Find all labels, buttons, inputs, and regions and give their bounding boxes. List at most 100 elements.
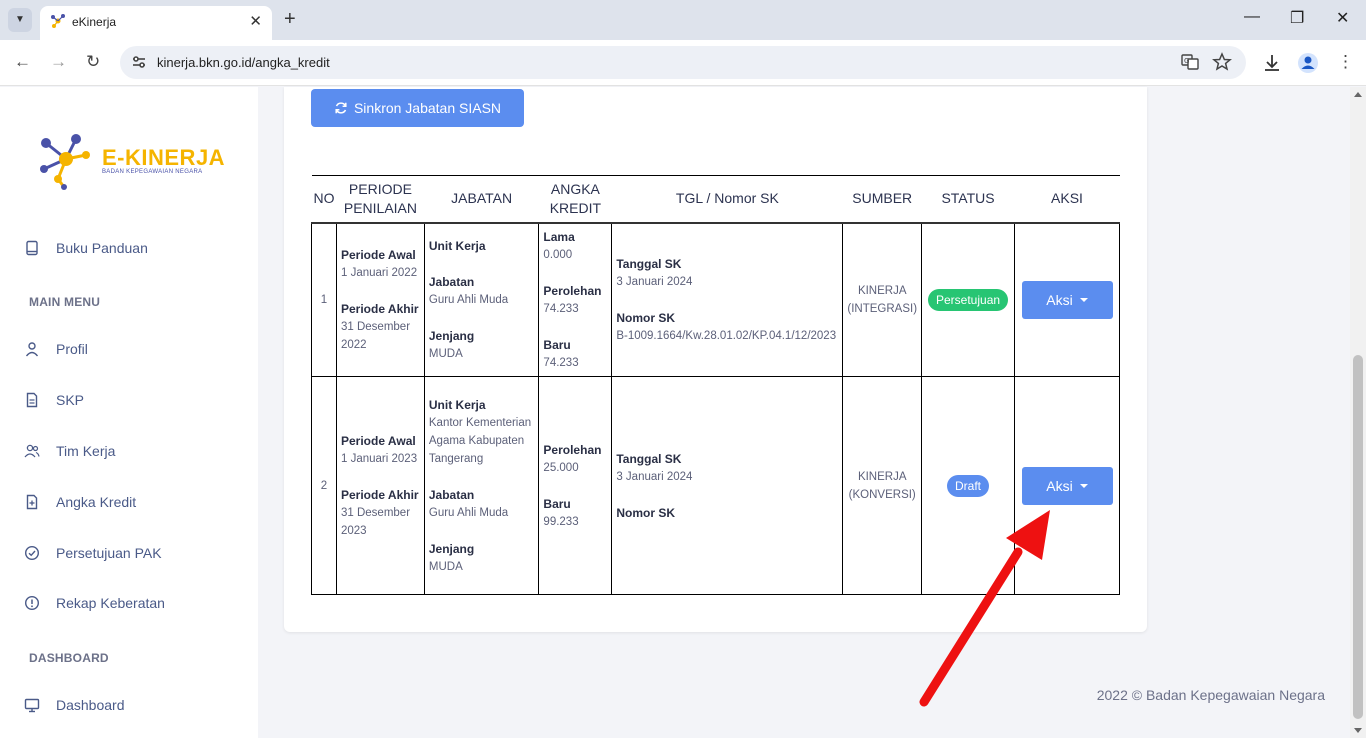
- sidebar-item-dashboard[interactable]: Dashboard: [24, 694, 125, 716]
- angka-kredit-cell: Lama 0.000 Perolehan 74.233 Baru 74.233: [538, 222, 613, 377]
- browser-tab[interactable]: eKinerja ✕: [40, 6, 272, 40]
- baru-label: Baru: [543, 337, 571, 352]
- status-badge: Draft: [947, 474, 990, 497]
- reload-icon[interactable]: ↻: [86, 52, 100, 72]
- jenjang-label: Jenjang: [428, 541, 475, 556]
- browser-toolbar: ← → ↻ kinerja.bkn.go.id/angka_kredit G ⋮: [0, 40, 1366, 86]
- baru-label: Baru: [543, 496, 571, 511]
- more-menu-icon[interactable]: ⋮: [1337, 52, 1354, 72]
- periode-awal-value: 1 Januari 2022: [341, 266, 418, 279]
- ekinerja-favicon-icon: [51, 14, 65, 28]
- perolehan-value: 74.233: [543, 302, 579, 315]
- scroll-up-icon[interactable]: [1354, 92, 1362, 97]
- close-window-icon[interactable]: ✕: [1336, 8, 1349, 28]
- download-icon[interactable]: [1261, 52, 1283, 74]
- forward-icon[interactable]: →: [50, 52, 67, 72]
- jenjang-label: Jenjang: [428, 328, 475, 343]
- sidebar-item-tim-kerja[interactable]: Tim Kerja: [24, 440, 115, 462]
- periode-awal-label: Periode Awal: [341, 247, 416, 262]
- site-settings-icon[interactable]: [130, 53, 148, 71]
- scroll-down-icon[interactable]: [1354, 728, 1362, 733]
- row-number: 2: [311, 376, 337, 595]
- main-menu-heading: MAIN MENU: [29, 295, 101, 309]
- jenjang-value: MUDA: [428, 347, 463, 360]
- back-icon[interactable]: ←: [14, 52, 31, 72]
- aksi-cell: Aksi: [1014, 376, 1120, 595]
- perolehan-label: Perolehan: [543, 283, 602, 298]
- page-scrollbar[interactable]: [1350, 87, 1366, 738]
- header-angka-kredit: ANGKA KREDIT: [538, 175, 612, 224]
- sidebar: E-KINERJA BADAN KEPEGAWAIAN NEGARA Buku …: [0, 87, 258, 738]
- tanggal-sk-value: 3 Januari 2024: [616, 275, 693, 288]
- unit-kerja-label: Unit Kerja: [428, 238, 486, 253]
- sidebar-item-buku-panduan[interactable]: Buku Panduan: [24, 237, 148, 259]
- book-icon: [26, 240, 38, 256]
- aksi-dropdown-button[interactable]: Aksi: [1021, 280, 1113, 319]
- restore-icon[interactable]: ❐: [1290, 8, 1304, 28]
- minimize-icon[interactable]: —: [1244, 8, 1260, 26]
- logo-network-icon: [40, 134, 90, 190]
- periode-cell: Periode Awal 1 Januari 2022 Periode Akhi…: [336, 222, 425, 377]
- check-circle-icon: [24, 545, 40, 561]
- baru-value: 74.233: [543, 356, 579, 369]
- sidebar-item-skp[interactable]: SKP: [24, 389, 84, 411]
- tab-close-icon[interactable]: ✕: [249, 12, 262, 30]
- bookmark-star-icon[interactable]: [1212, 52, 1232, 72]
- sumber-cell: KINERJA (KONVERSI): [842, 376, 923, 595]
- status-cell: Persetujuan: [921, 222, 1015, 377]
- periode-awal-value: 1 Januari 2023: [341, 452, 418, 465]
- sidebar-item-label: Buku Panduan: [56, 240, 148, 256]
- unit-kerja-label: Unit Kerja: [428, 397, 486, 412]
- alert-circle-icon: [24, 595, 40, 611]
- jabatan-label: Jabatan: [428, 274, 475, 289]
- document-icon: [26, 392, 38, 408]
- sidebar-item-profil[interactable]: Profil: [24, 338, 88, 360]
- nomor-sk-value: B-1009.1664/Kw.28.01.02/KP.04.1/12/2023: [616, 329, 837, 342]
- tanggal-sk-value: 3 Januari 2024: [616, 470, 693, 483]
- profile-avatar-icon[interactable]: [1297, 52, 1319, 74]
- periode-akhir-value: 31 Desember 2023: [341, 506, 411, 537]
- aksi-dropdown-button[interactable]: Aksi: [1021, 466, 1113, 505]
- header-status: STATUS: [921, 175, 1015, 224]
- header-periode: PERIODE PENILAIAN: [336, 175, 425, 224]
- address-bar[interactable]: kinerja.bkn.go.id/angka_kredit G: [120, 46, 1246, 79]
- sidebar-item-angka-kredit[interactable]: Angka Kredit: [24, 491, 136, 513]
- periode-akhir-value: 31 Desember 2022: [341, 320, 411, 351]
- sidebar-item-label: SKP: [56, 392, 85, 408]
- tanggal-sk-label: Tanggal SK: [616, 256, 682, 271]
- header-jabatan: JABATAN: [424, 175, 539, 224]
- sidebar-item-label: Dashboard: [56, 697, 125, 713]
- jabatan-value: Guru Ahli Muda: [428, 293, 509, 306]
- sinkron-jabatan-button[interactable]: Sinkron Jabatan SIASN: [311, 89, 524, 127]
- translate-icon[interactable]: G: [1180, 52, 1200, 72]
- users-icon: [24, 444, 40, 458]
- perolehan-label: Perolehan: [543, 442, 602, 457]
- angka-kredit-table: NO PERIODE PENILAIAN JABATAN ANGKA KREDI…: [311, 175, 1120, 595]
- periode-awal-label: Periode Awal: [341, 433, 416, 448]
- sidebar-item-label: Persetujuan PAK: [56, 545, 162, 561]
- file-plus-icon: [26, 494, 38, 510]
- sidebar-item-rekap-keberatan[interactable]: Rekap Keberatan: [24, 592, 165, 614]
- jabatan-cell: Unit Kerja Kantor Kementerian Agama Kabu…: [423, 376, 540, 595]
- baru-value: 99.233: [543, 515, 579, 528]
- user-icon: [25, 342, 39, 357]
- aksi-button-label: Aksi: [1046, 477, 1073, 494]
- aksi-button-label: Aksi: [1046, 291, 1073, 308]
- tab-title: eKinerja: [72, 15, 117, 29]
- caret-down-icon: [1079, 483, 1088, 488]
- logo-title: E-KINERJA: [102, 145, 226, 170]
- sidebar-item-persetujuan-pak[interactable]: Persetujuan PAK: [24, 542, 162, 564]
- url-text: kinerja.bkn.go.id/angka_kredit: [157, 55, 330, 70]
- jabatan-label: Jabatan: [428, 487, 475, 502]
- periode-akhir-label: Periode Akhir: [341, 487, 419, 502]
- header-no: NO: [311, 175, 337, 224]
- new-tab-icon[interactable]: +: [284, 8, 296, 30]
- header-sumber: SUMBER: [842, 175, 922, 224]
- scrollbar-thumb[interactable]: [1353, 355, 1363, 719]
- ekinerja-logo[interactable]: E-KINERJA BADAN KEPEGAWAIAN NEGARA: [36, 129, 226, 193]
- sumber-cell: KINERJA (INTEGRASI): [842, 222, 923, 377]
- sidebar-item-label: Rekap Keberatan: [56, 595, 165, 611]
- sidebar-item-label: Tim Kerja: [56, 443, 116, 459]
- jenjang-value: MUDA: [428, 560, 463, 573]
- tab-search-button[interactable]: ▼: [8, 8, 32, 32]
